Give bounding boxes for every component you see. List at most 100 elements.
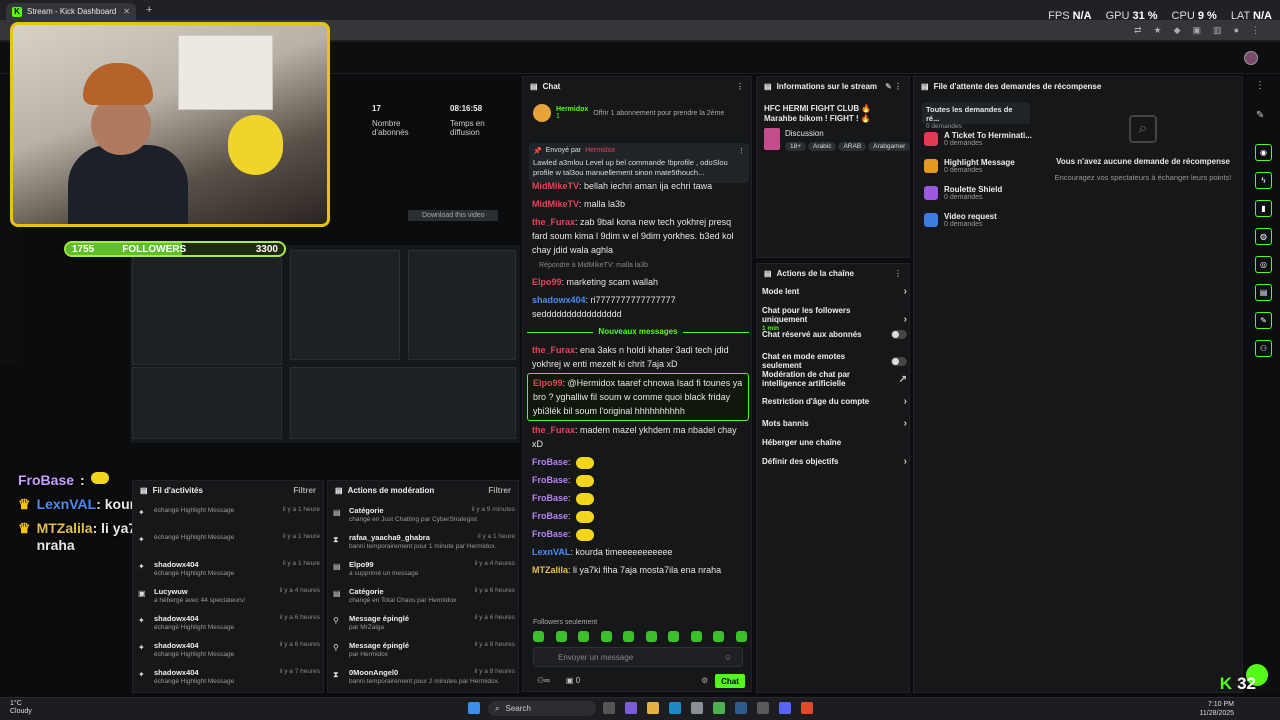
- log-row[interactable]: ▤ Elpo99 a supprimé un message il y a 4 heu…: [333, 560, 515, 577]
- system-clock[interactable]: 7:10 PM 11/28/2025: [1199, 700, 1234, 718]
- obs-icon[interactable]: [757, 702, 769, 714]
- actions-menu-icon[interactable]: ⋮: [894, 269, 902, 278]
- log-row[interactable]: ⚲ Message épinglé par MrZaiga il y a 6 heur…: [333, 614, 515, 631]
- log-row[interactable]: ✦ shadowx404 échangé Highlight Message il y…: [138, 614, 320, 631]
- chat-message[interactable]: the_Furax: madem mazel ykhdem ma nbadel …: [527, 421, 749, 453]
- reward-item[interactable]: Highlight Message 0 demandes: [924, 158, 1015, 174]
- log-row[interactable]: ▣ Lucywuw a hébergé avec 44 spectateurs! il…: [138, 587, 320, 604]
- settings-icon[interactable]: [691, 702, 703, 714]
- chat-message[interactable]: FroBase:: [527, 507, 749, 525]
- lightning-icon[interactable]: ϟ: [1255, 172, 1272, 189]
- rail-menu-icon[interactable]: ⋮: [1255, 80, 1265, 91]
- chat-username[interactable]: MidMikeTV: [532, 181, 579, 191]
- chat-username[interactable]: shadowx404: [532, 295, 586, 305]
- speech-icon[interactable]: ◍: [1255, 228, 1272, 245]
- chat-username[interactable]: MTZalila: [532, 565, 568, 575]
- chat-message[interactable]: MidMikeTV: malla la3b: [527, 195, 749, 213]
- channel-action[interactable]: Restriction d'âge du compte ›: [762, 396, 907, 407]
- taskbar-search[interactable]: ⌕ Search: [488, 701, 596, 716]
- chat-message[interactable]: FroBase:: [527, 525, 749, 543]
- edge-icon[interactable]: [669, 702, 681, 714]
- translate-icon[interactable]: ⇄: [1134, 25, 1142, 36]
- sub-gift-banner[interactable]: Hermidox 1 Offrir 1 abonnement pour prend…: [533, 101, 743, 125]
- chat-menu-icon[interactable]: ⋮: [736, 82, 744, 91]
- reward-item[interactable]: Video request 0 demandes: [924, 212, 997, 228]
- discord-icon[interactable]: [779, 702, 791, 714]
- chat-username[interactable]: LexnVAL: [532, 547, 570, 557]
- stream-preview[interactable]: [130, 245, 520, 443]
- toggle-switch[interactable]: [891, 356, 907, 366]
- channel-action[interactable]: Mode lent ›: [762, 286, 907, 297]
- new-tab-button[interactable]: +: [146, 4, 152, 16]
- chat-username[interactable]: FroBase: [532, 493, 568, 503]
- brave-icon[interactable]: [801, 702, 813, 714]
- log-row[interactable]: ⚲ Message épinglé par Hermidox il y a 8 heu…: [333, 641, 515, 658]
- chat-username[interactable]: Elpo99: [533, 378, 563, 388]
- app-icon[interactable]: [625, 702, 637, 714]
- emote-icon[interactable]: [713, 631, 725, 642]
- emote-icon[interactable]: [600, 631, 612, 642]
- emote-icon[interactable]: [578, 631, 590, 642]
- broadcast-icon[interactable]: ◎: [1255, 256, 1272, 273]
- extension-icon[interactable]: ◆: [1174, 25, 1181, 36]
- chat-username[interactable]: FroBase: [532, 457, 568, 467]
- explorer-icon[interactable]: [647, 702, 659, 714]
- emote-icon[interactable]: [623, 631, 635, 642]
- chat-message[interactable]: LexnVAL: kourda timeeeeeeeeeee: [527, 543, 749, 561]
- chat-message[interactable]: the_Furax: zab 9bal kona new tech yokhre…: [527, 213, 749, 259]
- puzzle-icon[interactable]: ▣: [1193, 25, 1202, 36]
- chat-username[interactable]: FroBase: [532, 529, 568, 539]
- channel-action[interactable]: Héberger une chaîne: [762, 438, 907, 447]
- log-row[interactable]: ⧗ 0MoonAngel0 banni temporairement pour 2 …: [333, 668, 515, 685]
- task-view-icon[interactable]: [603, 702, 615, 714]
- emote-icon[interactable]: [555, 631, 567, 642]
- reward-item[interactable]: Roulette Shield 0 demandes: [924, 185, 1002, 201]
- chat-message[interactable]: MidMikeTV: bellah iechri aman ija echri …: [527, 177, 749, 195]
- chat-message[interactable]: the_Furax: ena 3aks n holdi khater 3adi …: [527, 341, 749, 373]
- send-chat-button[interactable]: Chat: [715, 674, 745, 688]
- channel-action[interactable]: Définir des objectifs ›: [762, 456, 907, 467]
- weather-widget[interactable]: 1°C Cloudy: [10, 700, 32, 716]
- menu-icon[interactable]: ⋮: [1251, 25, 1260, 36]
- log-row[interactable]: ⧗ rafaa_yaacha9_ghabra banni temporairemen…: [333, 533, 515, 550]
- emoji-icon[interactable]: ☺: [724, 653, 732, 662]
- gift-box-icon[interactable]: ▣: [566, 676, 574, 685]
- unpin-icon[interactable]: ⋮: [738, 147, 745, 155]
- log-row[interactable]: ✦ shadowx404 échangé Highlight Message il y…: [138, 668, 320, 685]
- chat-message[interactable]: Elpo99: @Hermidox taaref chnowa Isad fi …: [527, 373, 749, 421]
- channel-action[interactable]: Modération de chat par intelligence arti…: [762, 370, 907, 388]
- tab-kick-dashboard[interactable]: K Stream - Kick Dashboard ✕: [6, 3, 136, 20]
- emote-icon[interactable]: [668, 631, 680, 642]
- emote-icon[interactable]: [735, 631, 747, 642]
- chat-username[interactable]: Elpo99: [532, 277, 562, 287]
- log-row[interactable]: ✦ shadowx404 échangé Highlight Message il y…: [138, 641, 320, 658]
- chat-username[interactable]: the_Furax: [532, 425, 575, 435]
- start-icon[interactable]: [468, 702, 480, 714]
- chrome-icon[interactable]: [713, 702, 725, 714]
- chat-message[interactable]: MTZalila: li ya7ki fiha 7aja mosta7ila e…: [527, 561, 749, 579]
- log-row[interactable]: ✦ shadowx404 échangé Highlight Message il y…: [138, 560, 320, 577]
- log-row[interactable]: ▤ Catégorie changé en Just Chatting par Cy…: [333, 506, 515, 523]
- steam-icon[interactable]: [735, 702, 747, 714]
- chat-message[interactable]: FroBase:: [527, 471, 749, 489]
- channel-action[interactable]: Mots bannis ›: [762, 418, 907, 429]
- chat-settings-icon[interactable]: ⚙: [701, 676, 708, 685]
- emote-icon[interactable]: [533, 631, 544, 642]
- camera-icon[interactable]: ◉: [1255, 144, 1272, 161]
- chat-username[interactable]: the_Furax: [532, 217, 575, 227]
- chat-username[interactable]: FroBase: [532, 511, 568, 521]
- chat-username[interactable]: FroBase: [532, 475, 568, 485]
- chat-message[interactable]: FroBase:: [527, 489, 749, 507]
- reward-item[interactable]: A Ticket To Herminati... 0 demandes: [924, 131, 1032, 147]
- chat-input[interactable]: Envoyer un message ☺: [533, 647, 743, 667]
- edit-layout-icon[interactable]: ✎: [1256, 110, 1264, 121]
- channel-action[interactable]: Chat en mode emotes seulement: [762, 352, 907, 370]
- sidebar-icon[interactable]: ▥: [1213, 25, 1222, 36]
- log-row[interactable]: ✦ échangé Highlight Message il y a 1 heure: [138, 506, 320, 517]
- star-icon[interactable]: ★: [1154, 25, 1162, 36]
- server-icon[interactable]: ▤: [1255, 284, 1272, 301]
- channel-action[interactable]: Chat réservé aux abonnés: [762, 330, 907, 339]
- chat-username[interactable]: MidMikeTV: [532, 199, 579, 209]
- emote-icon[interactable]: [690, 631, 702, 642]
- download-video-button[interactable]: Download this video: [408, 210, 498, 221]
